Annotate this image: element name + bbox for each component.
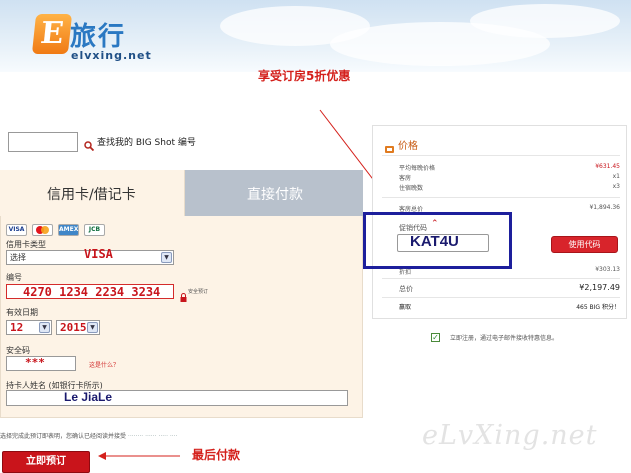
reward-value: 465 BIG 积分！ — [576, 304, 620, 311]
room-total-value: ¥1,894.36 — [589, 204, 620, 211]
expiry-month-select[interactable]: 12 ▼ — [6, 320, 52, 335]
discount-value: ¥303.13 — [595, 266, 620, 273]
discount-label: 折扣 — [399, 269, 412, 276]
tab-direct-pay[interactable]: 直接付款 — [185, 170, 363, 216]
tab-direct-label: 直接付款 — [247, 187, 303, 203]
find-bigshot-link[interactable]: 查找我的 BIG Shot 编号 — [97, 135, 196, 148]
promo-highlight-box — [363, 212, 512, 269]
watermark: eLvXing.net — [422, 420, 598, 451]
holder-name-input[interactable] — [6, 390, 348, 406]
terms-lead: 选择完成此预订即表明，您确认已经阅读并接受 — [0, 433, 127, 440]
card-type-label: 信用卡类型 — [6, 240, 46, 249]
arrow-head — [98, 452, 106, 460]
price-divider — [382, 278, 620, 279]
holder-name-handwritten: Le JiaLe — [64, 390, 113, 404]
rooms-label: 客房 — [399, 175, 412, 182]
cvv-help-link[interactable]: 这是什么？ — [89, 360, 119, 369]
visa-icon: VISA — [6, 224, 27, 236]
amex-icon: AMEX — [58, 224, 79, 236]
apply-code-button[interactable]: 使用代码 — [551, 236, 618, 253]
price-tag-icon — [385, 139, 394, 153]
card-type-handwritten: VISA — [84, 247, 113, 261]
annotation-final-pay: 最后付款 — [192, 448, 241, 462]
chevron-down-icon: ▼ — [87, 322, 98, 333]
tab-credit-label: 信用卡/借记卡 — [47, 187, 136, 203]
card-number-label: 编号 — [6, 273, 22, 282]
chevron-down-icon: ▼ — [39, 322, 50, 333]
bigshot-input[interactable] — [8, 132, 78, 152]
rooms-value: x1 — [612, 173, 620, 180]
price-title: 价格 — [398, 141, 418, 152]
card-number-input[interactable]: 4270 1234 2234 3234 — [6, 284, 174, 299]
secure-booking-text: 安全预订 — [188, 289, 209, 295]
expiry-label: 有效日期 — [6, 308, 38, 317]
mastercard-icon — [32, 224, 53, 236]
expiry-year-select[interactable]: 2015 ▼ — [56, 320, 100, 335]
search-icon[interactable] — [84, 136, 95, 152]
tab-credit-card[interactable]: 信用卡/借记卡 — [0, 170, 185, 216]
avg-nightly-label: 平均每晚价格 — [399, 165, 436, 172]
card-type-value: 选择 — [10, 253, 26, 262]
lock-icon — [180, 287, 187, 302]
cvv-value: *** — [25, 356, 45, 369]
newsletter-checkbox[interactable]: ✓ — [431, 333, 440, 342]
card-number-value: 4270 1234 2234 3234 — [23, 285, 161, 299]
price-divider — [382, 155, 620, 156]
total-label: 总价 — [399, 285, 413, 293]
terms-text: 选择完成此预订即表明，您确认已经阅读并接受 ········ ······ ··… — [0, 433, 178, 440]
book-now-button[interactable]: 立即预订 — [2, 451, 90, 473]
newsletter-text: 立即注册，通过电子邮件接收特惠信息。 — [450, 335, 559, 342]
price-divider — [382, 197, 620, 198]
avg-nightly-value: ¥631.45 — [595, 163, 620, 170]
price-divider — [382, 297, 620, 298]
expiry-year-value: 2015 — [60, 321, 87, 334]
expiry-month-value: 12 — [10, 321, 24, 334]
nights-label: 住宿晚数 — [399, 185, 424, 192]
cvv-input[interactable]: *** — [6, 356, 76, 371]
nights-value: x3 — [612, 183, 620, 190]
jcb-icon: JCB — [84, 224, 105, 236]
total-value: ¥2,197.49 — [579, 283, 620, 292]
reward-label: 赢取 — [399, 304, 412, 311]
cvv-label: 安全码 — [6, 346, 30, 355]
chevron-down-icon: ▼ — [161, 252, 172, 263]
